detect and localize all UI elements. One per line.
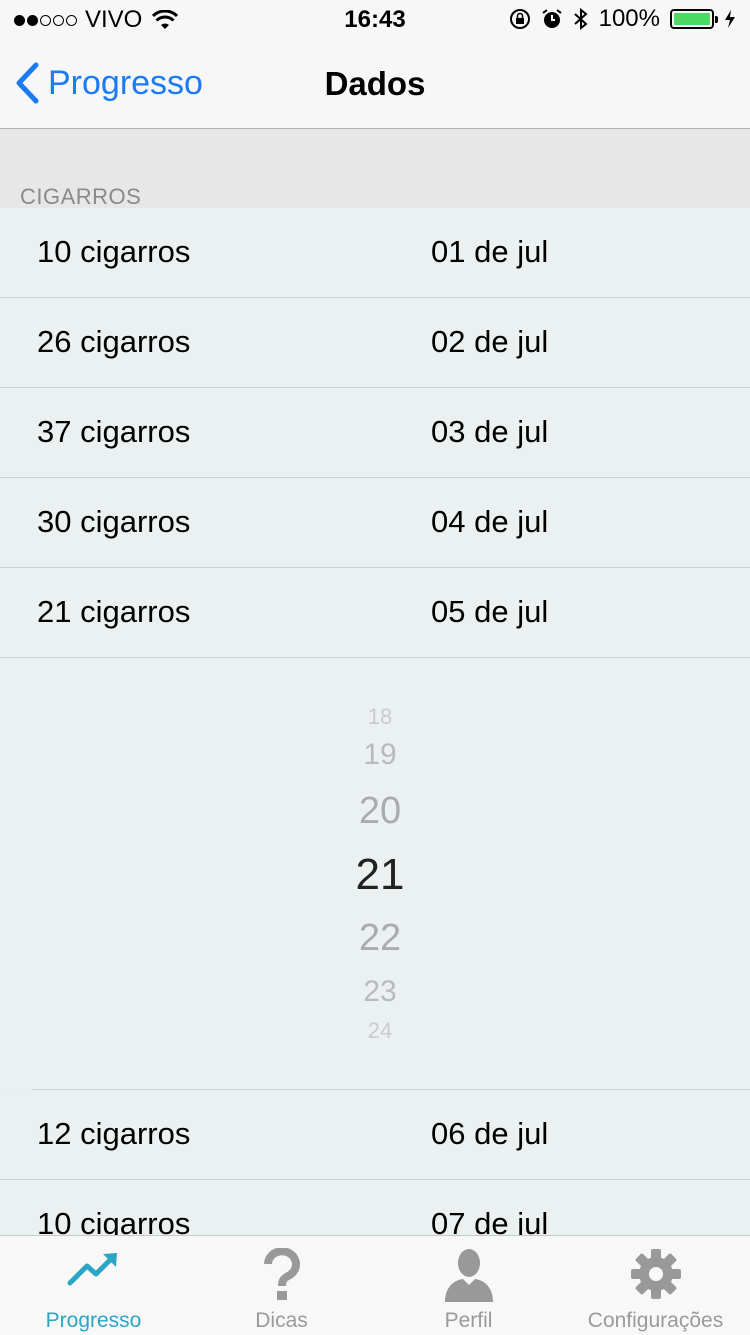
entry-date: 06 de jul [431, 1116, 549, 1151]
status-right: 100% [509, 5, 736, 33]
status-bar: VIVO 16:43 100% [0, 0, 750, 40]
trend-up-icon [67, 1253, 117, 1286]
section-header: CIGARROS [20, 184, 142, 209]
tab-perfil[interactable]: Perfil [375, 1236, 562, 1335]
cigarette-count: 12 cigarros [37, 1116, 191, 1151]
picker-option[interactable]: 18 [300, 704, 460, 730]
person-icon [444, 1249, 493, 1302]
charging-icon [725, 10, 735, 28]
number-picker-wheel[interactable]: 18 19 20 21 22 23 24 [300, 696, 460, 1050]
cigarette-count: 30 cigarros [37, 504, 191, 539]
entry-date: 01 de jul [431, 234, 549, 269]
tab-label: Dicas [255, 1309, 308, 1332]
list-item[interactable]: 37 cigarros 03 de jul [0, 388, 750, 478]
entry-date: 02 de jul [431, 324, 549, 359]
entry-date: 03 de jul [431, 414, 549, 449]
cigarette-count: 26 cigarros [37, 324, 191, 359]
number-picker-area: 18 19 20 21 22 23 24 [0, 658, 750, 1089]
list-item[interactable]: 21 cigarros 05 de jul [0, 568, 750, 658]
rotation-lock-icon [509, 9, 530, 29]
gear-icon [630, 1249, 681, 1299]
section-header-band: CIGARROS [0, 129, 750, 209]
page-title: Dados [324, 65, 426, 102]
navigation-bar: Progresso Dados [0, 40, 750, 129]
list-item[interactable]: 26 cigarros 02 de jul [0, 298, 750, 388]
tab-configuracoes[interactable]: Configurações [562, 1236, 749, 1335]
cigarette-count: 37 cigarros [37, 414, 191, 449]
picker-selected-value[interactable]: 21 [300, 850, 460, 900]
picker-option[interactable]: 23 [300, 975, 460, 1009]
tab-bar: Progresso Dicas Perfil Configurações [0, 1235, 750, 1335]
alarm-icon [542, 9, 562, 28]
entry-date: 04 de jul [431, 504, 549, 539]
cigarette-count: 21 cigarros [37, 594, 191, 629]
entry-date: 05 de jul [431, 594, 549, 629]
tab-progresso[interactable]: Progresso [0, 1236, 187, 1335]
list-item[interactable]: 10 cigarros 01 de jul [0, 208, 750, 298]
list-item[interactable]: 30 cigarros 04 de jul [0, 478, 750, 568]
picker-option[interactable]: 19 [300, 738, 460, 772]
list-item[interactable]: 12 cigarros 06 de jul [0, 1090, 750, 1180]
battery-icon [670, 9, 718, 29]
tab-label: Perfil [444, 1309, 493, 1332]
battery-percentage: 100% [598, 5, 660, 32]
picker-option[interactable]: 22 [300, 917, 460, 960]
cigarette-count: 10 cigarros [37, 234, 191, 269]
question-icon [263, 1248, 300, 1300]
picker-option[interactable]: 20 [300, 790, 460, 833]
tab-label: Configurações [587, 1309, 724, 1332]
tab-dicas[interactable]: Dicas [188, 1236, 375, 1335]
tab-label: Progresso [45, 1309, 142, 1332]
picker-option[interactable]: 24 [300, 1018, 460, 1044]
bluetooth-icon [573, 7, 588, 31]
